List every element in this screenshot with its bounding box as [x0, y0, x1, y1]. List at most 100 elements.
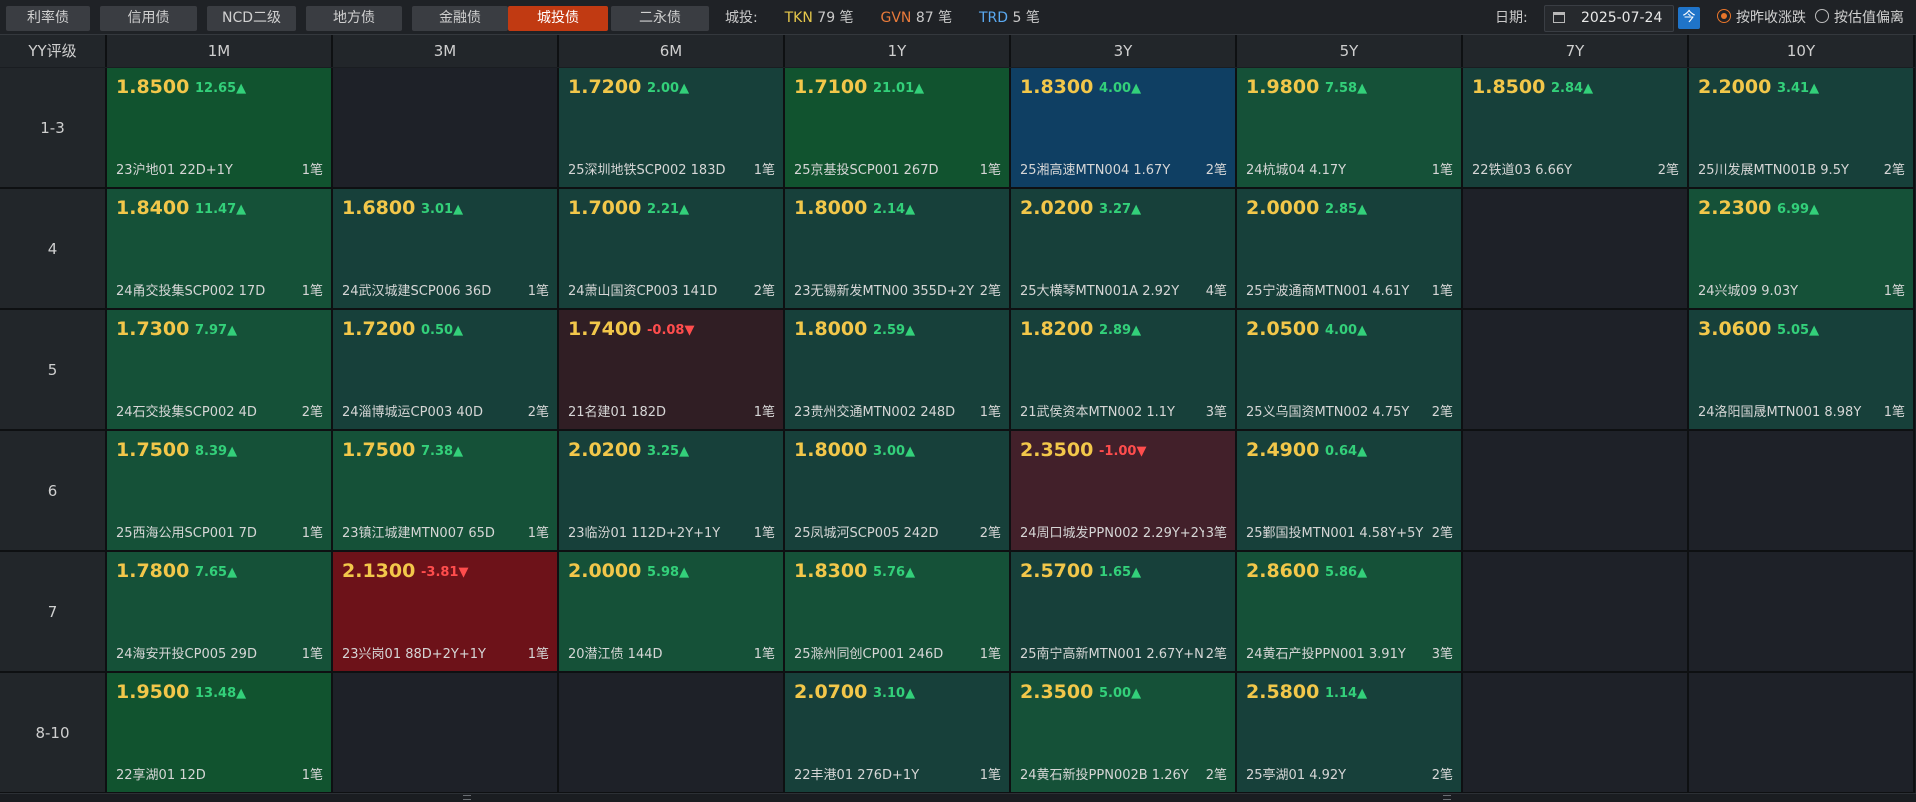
yield-value: 1.7500	[116, 439, 190, 461]
quote-cell[interactable]: 2.5800 1.14▲ 25亭湖01 4.92Y 2笔	[1237, 673, 1463, 794]
quote-cell[interactable]: 2.0500 4.00▲ 25义乌国资MTN002 4.75Y 2笔	[1237, 310, 1463, 431]
bond-name: 25滁州同创CP001 246D	[794, 647, 944, 662]
quote-cell[interactable]: 1.8000 2.59▲ 23贵州交通MTN002 248D 1笔	[785, 310, 1011, 431]
quote-cell[interactable]: 2.0700 3.10▲ 22丰港01 276D+1Y 1笔	[785, 673, 1011, 794]
quote-cell[interactable]: 1.7100 21.01▲ 25京基投SCP001 267D 1笔	[785, 68, 1011, 189]
tab-ncd-secondary[interactable]: NCD二级	[207, 6, 296, 31]
radio-sort-by-prev-close-label[interactable]: 按昨收涨跌	[1736, 6, 1806, 31]
today-button[interactable]: 今	[1678, 7, 1700, 29]
tab-urban-investment-bonds[interactable]: 城投债	[508, 6, 608, 31]
change-value: 2.89▲	[1099, 323, 1142, 338]
bond-name: 22丰港01 276D+1Y	[794, 768, 920, 783]
column-header-3m[interactable]: 3M	[333, 35, 559, 67]
empty-cell	[1689, 552, 1915, 673]
change-value: 0.64▲	[1325, 444, 1368, 459]
quote-cell[interactable]: 1.8000 3.00▲ 25凤城河SCP005 242D 2笔	[785, 431, 1011, 552]
column-header-1m[interactable]: 1M	[107, 35, 333, 67]
date-picker[interactable]: 2025-07-24	[1544, 5, 1674, 32]
trade-count: 3笔	[1203, 401, 1227, 420]
quote-cell[interactable]: 2.0000 2.85▲ 25宁波通商MTN001 4.61Y 1笔	[1237, 189, 1463, 310]
quote-cell[interactable]: 1.7300 7.97▲ 24石交投集SCP002 4D 2笔	[107, 310, 333, 431]
radio-sort-by-valuation-deviation-label[interactable]: 按估值偏离	[1834, 6, 1904, 31]
trade-count: 1笔	[977, 401, 1001, 420]
trade-count: 1笔	[751, 643, 775, 662]
quote-cell[interactable]: 1.9800 7.58▲ 24杭城04 4.17Y 1笔	[1237, 68, 1463, 189]
splitter-grip-icon[interactable]	[1443, 795, 1451, 800]
tkn-code: TKN	[784, 10, 813, 26]
quote-cell[interactable]: 1.7400 -0.08▼ 21名建01 182D 1笔	[559, 310, 785, 431]
row-header-6[interactable]: 6	[0, 431, 107, 552]
quote-cell[interactable]: 1.8200 2.89▲ 21武侯资本MTN002 1.1Y 3笔	[1011, 310, 1237, 431]
gvn-count: 87 笔	[915, 10, 953, 26]
gvn-code: GVN	[880, 10, 912, 26]
tab-credit-bonds[interactable]: 信用债	[100, 6, 197, 31]
quote-cell[interactable]: 3.0600 5.05▲ 24洛阳国晟MTN001 8.98Y 1笔	[1689, 310, 1915, 431]
quote-cell[interactable]: 2.5700 1.65▲ 25南宁高新MTN001 2.67Y+N 2笔	[1011, 552, 1237, 673]
quote-cell[interactable]: 1.7200 0.50▲ 24淄博城运CP003 40D 2笔	[333, 310, 559, 431]
quote-cell[interactable]: 1.8400 11.47▲ 24甬交投集SCP002 17D 1笔	[107, 189, 333, 310]
bond-name: 25川发展MTN001B 9.5Y	[1698, 163, 1849, 178]
quote-cell[interactable]: 1.7200 2.00▲ 25深圳地铁SCP002 183D 1笔	[559, 68, 785, 189]
column-header-5y[interactable]: 5Y	[1237, 35, 1463, 67]
quote-cell[interactable]: 2.3500 -1.00▼ 24周口城发PPN002 2.29Y+2Y 3笔	[1011, 431, 1237, 552]
change-value: 5.05▲	[1777, 323, 1820, 338]
tab-rate-bonds[interactable]: 利率债	[6, 6, 90, 31]
yield-value: 2.1300	[342, 560, 416, 582]
quote-cell[interactable]: 1.8300 5.76▲ 25滁州同创CP001 246D 1笔	[785, 552, 1011, 673]
quote-cell[interactable]: 2.2000 3.41▲ 25川发展MTN001B 9.5Y 2笔	[1689, 68, 1915, 189]
trade-count: 2笔	[1655, 159, 1679, 178]
empty-cell	[1463, 310, 1689, 431]
quote-cell[interactable]: 1.8500 2.84▲ 22铁道03 6.66Y 2笔	[1463, 68, 1689, 189]
quote-cell[interactable]: 2.8600 5.86▲ 24黄石产投PPN001 3.91Y 3笔	[1237, 552, 1463, 673]
quote-cell[interactable]: 1.9500 13.48▲ 22享湖01 12D 1笔	[107, 673, 333, 794]
row-header-4[interactable]: 4	[0, 189, 107, 310]
change-value: -3.81▼	[421, 565, 469, 580]
column-header-6m[interactable]: 6M	[559, 35, 785, 67]
trade-count: 2笔	[977, 280, 1001, 299]
radio-sort-by-valuation-deviation[interactable]	[1815, 9, 1829, 23]
yield-value: 1.7500	[342, 439, 416, 461]
row-header-7[interactable]: 7	[0, 552, 107, 673]
tab-perpetual-bonds[interactable]: 二永债	[611, 6, 709, 31]
trade-count: 1笔	[525, 643, 549, 662]
date-label: 日期:	[1495, 10, 1528, 26]
quote-cell[interactable]: 1.7500 7.38▲ 23镇江城建MTN007 65D 1笔	[333, 431, 559, 552]
quote-cell[interactable]: 1.8300 4.00▲ 25湘高速MTN004 1.67Y 2笔	[1011, 68, 1237, 189]
yield-value: 1.8500	[116, 76, 190, 98]
quote-cell[interactable]: 2.0200 3.27▲ 25大横琴MTN001A 2.92Y 4笔	[1011, 189, 1237, 310]
bond-name: 24周口城发PPN002 2.29Y+2Y	[1020, 526, 1207, 541]
quote-cell[interactable]: 1.7000 2.21▲ 24萧山国资CP003 141D 2笔	[559, 189, 785, 310]
tab-financial-bonds[interactable]: 金融债	[412, 6, 508, 31]
quote-cell[interactable]: 1.8500 12.65▲ 23沪地01 22D+1Y 1笔	[107, 68, 333, 189]
trade-count: 2笔	[525, 401, 549, 420]
empty-cell	[333, 673, 559, 794]
quote-cell[interactable]: 2.0000 5.98▲ 20潜江债 144D 1笔	[559, 552, 785, 673]
quote-cell[interactable]: 1.7500 8.39▲ 25西海公用SCP001 7D 1笔	[107, 431, 333, 552]
quote-cell[interactable]: 1.6800 3.01▲ 24武汉城建SCP006 36D 1笔	[333, 189, 559, 310]
column-header-7y[interactable]: 7Y	[1463, 35, 1689, 67]
quote-cell[interactable]: 2.3500 5.00▲ 24黄石新投PPN002B 1.26Y 2笔	[1011, 673, 1237, 794]
column-header-10y[interactable]: 10Y	[1689, 35, 1915, 67]
row-header-1-3[interactable]: 1-3	[0, 68, 107, 189]
bond-name: 24海安开投CP005 29D	[116, 647, 257, 662]
row-header-5[interactable]: 5	[0, 310, 107, 431]
yield-value: 1.8000	[794, 439, 868, 461]
quote-cell[interactable]: 2.0200 3.25▲ 23临汾01 112D+2Y+1Y 1笔	[559, 431, 785, 552]
column-header-1y[interactable]: 1Y	[785, 35, 1011, 67]
column-header-3y[interactable]: 3Y	[1011, 35, 1237, 67]
yield-value: 2.0700	[794, 681, 868, 703]
quote-cell[interactable]: 2.2300 6.99▲ 24兴城09 9.03Y 1笔	[1689, 189, 1915, 310]
splitter-grip-icon[interactable]	[463, 795, 471, 800]
yield-value: 1.7800	[116, 560, 190, 582]
tab-local-gov-bonds[interactable]: 地方债	[306, 6, 402, 31]
quote-cell[interactable]: 2.4900 0.64▲ 25鄞国投MTN001 4.58Y+5Y 2笔	[1237, 431, 1463, 552]
radio-sort-by-prev-close[interactable]	[1717, 9, 1731, 23]
trade-count: 2笔	[1203, 764, 1227, 783]
quote-cell[interactable]: 2.1300 -3.81▼ 23兴岗01 88D+2Y+1Y 1笔	[333, 552, 559, 673]
quote-cell[interactable]: 1.7800 7.65▲ 24海安开投CP005 29D 1笔	[107, 552, 333, 673]
trade-count: 1笔	[977, 764, 1001, 783]
bond-name: 21武侯资本MTN002 1.1Y	[1020, 405, 1175, 420]
row-header-8-10[interactable]: 8-10	[0, 673, 107, 794]
quote-cell[interactable]: 1.8000 2.14▲ 23无锡新发MTN00 355D+2Y 2笔	[785, 189, 1011, 310]
change-value: 6.99▲	[1777, 202, 1820, 217]
